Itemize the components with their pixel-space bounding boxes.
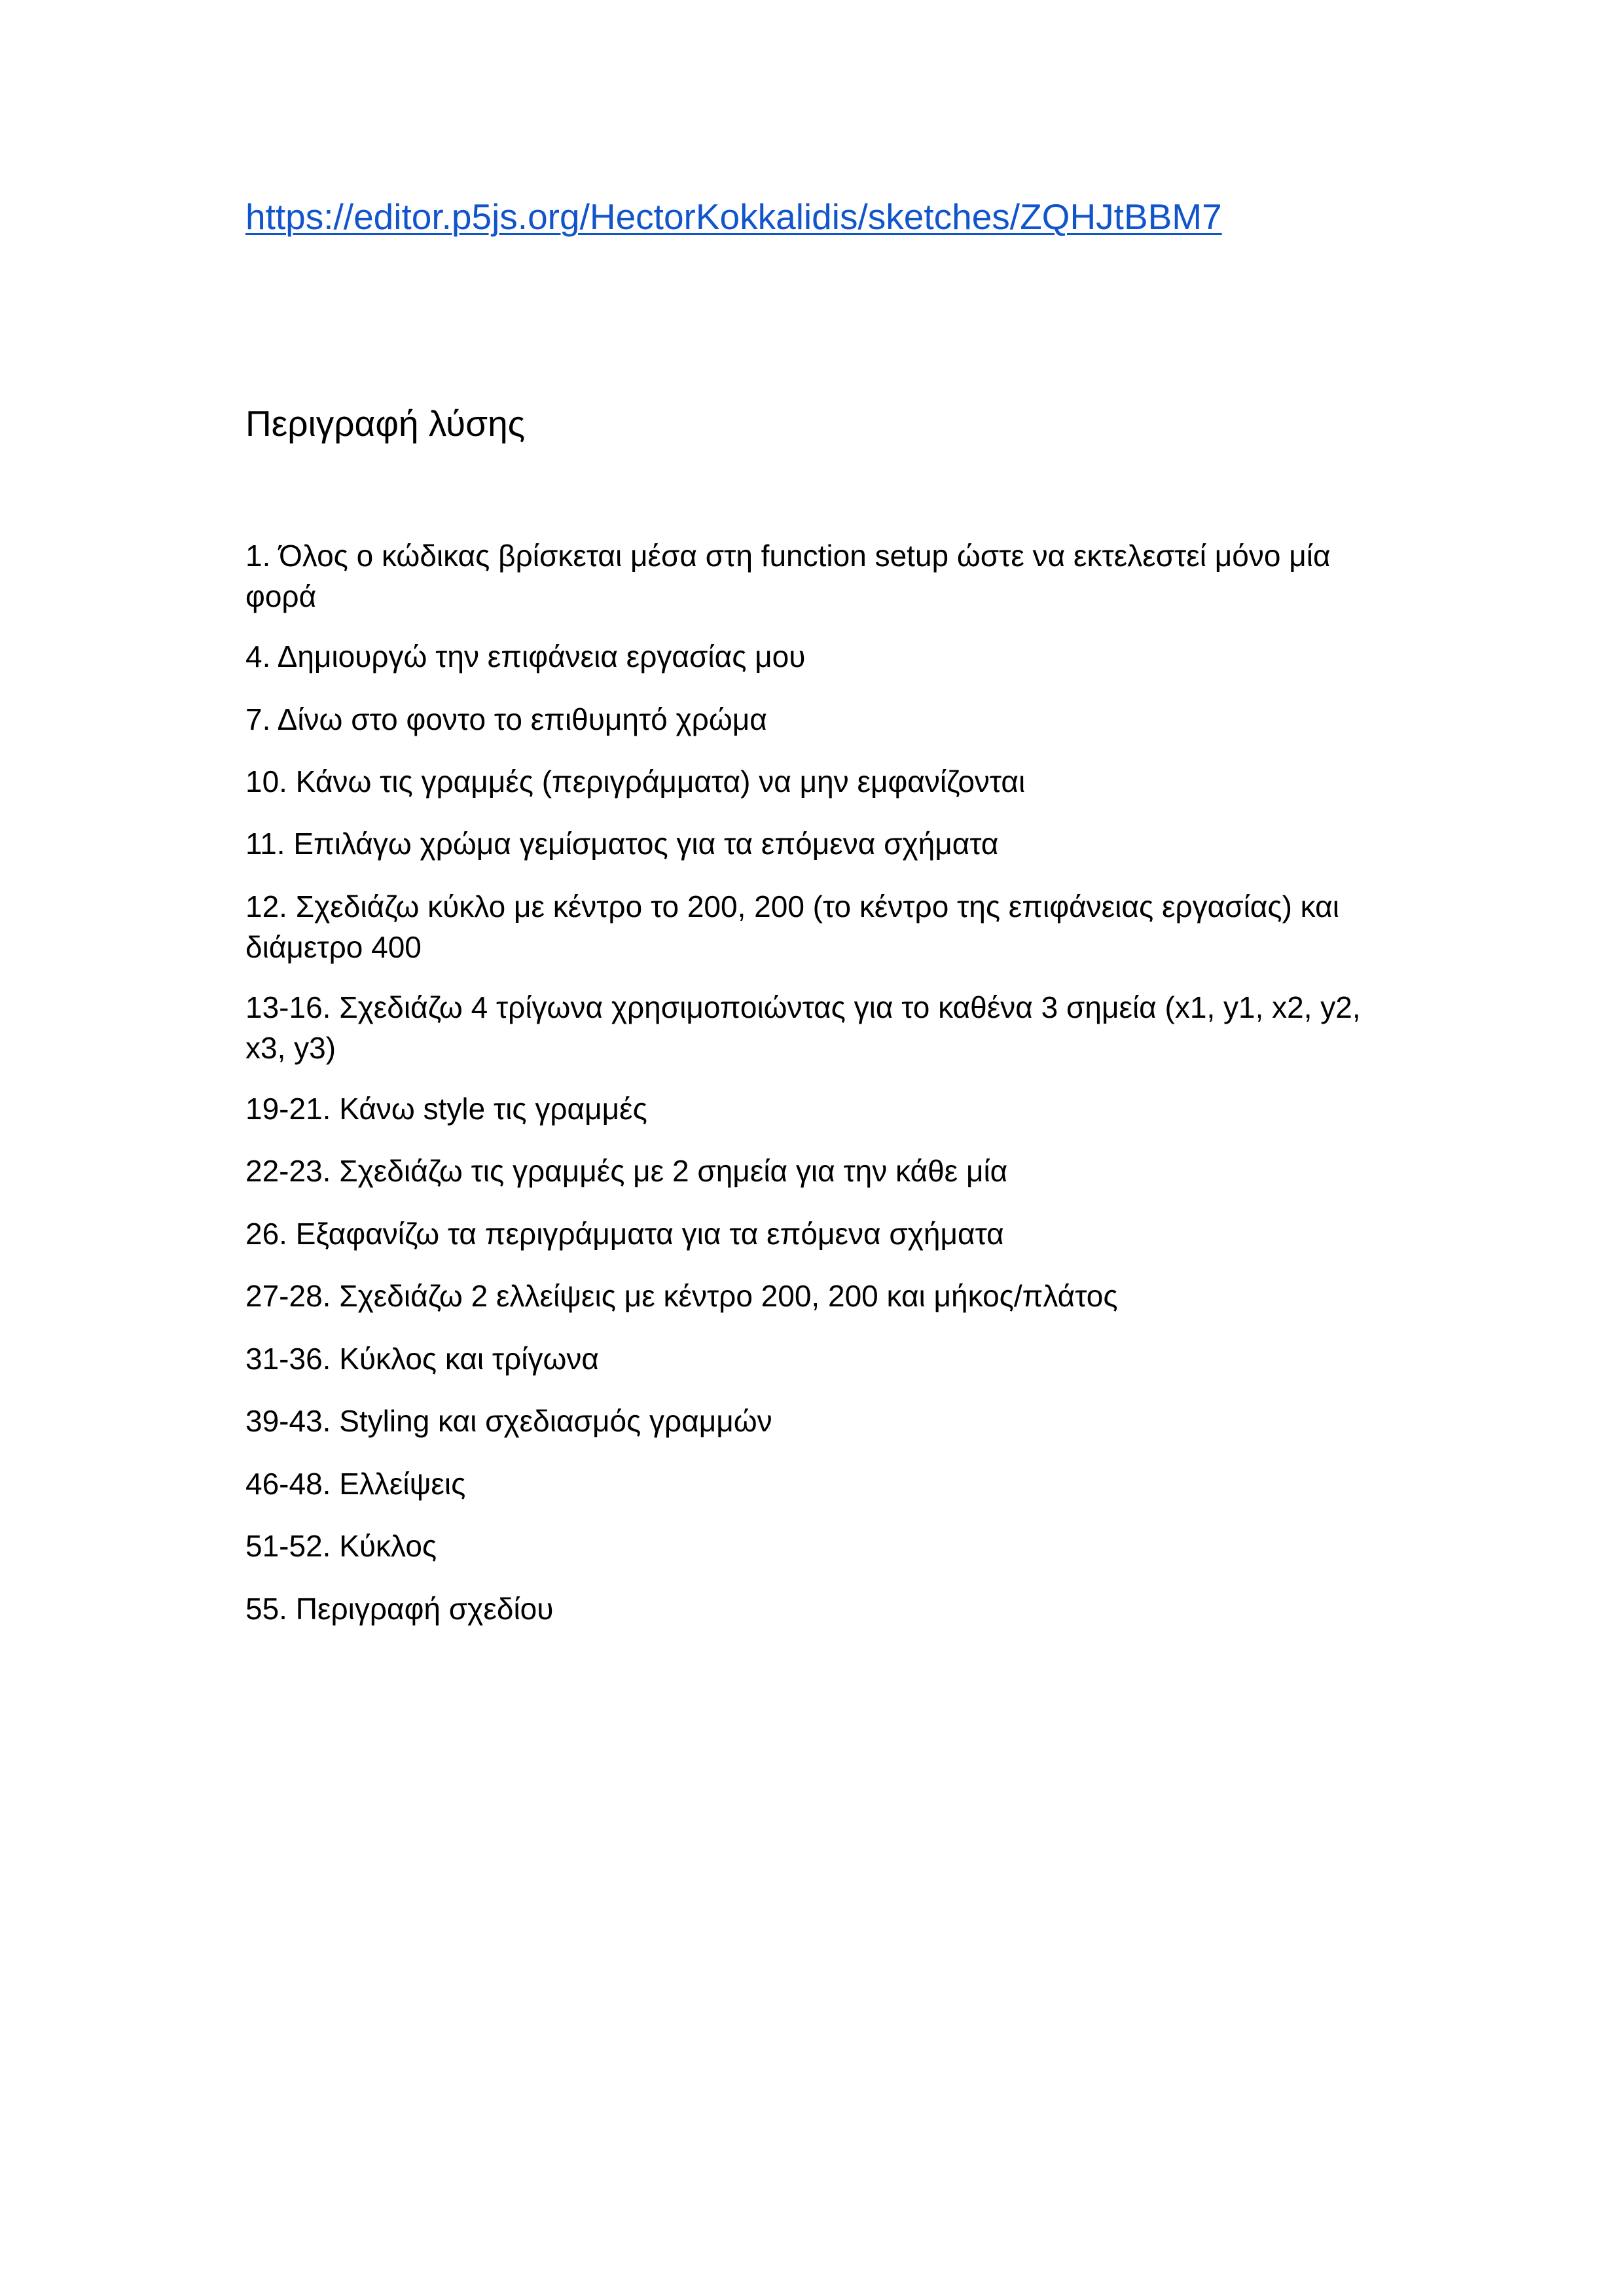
list-item: 51-52. Κύκλος — [245, 1529, 437, 1563]
list-item: 22-23. Σχεδιάζω τις γραμμές με 2 σημεία … — [245, 1154, 1008, 1188]
document-page: https://editor.p5js.org/HectorKokkalidis… — [0, 0, 1624, 2296]
list-item: 19-21. Κάνω style τις γραμμές — [245, 1092, 647, 1126]
section-heading: Περιγραφή λύσης — [245, 403, 526, 444]
list-item: 10. Κάνω τις γραμμές (περιγράμματα) να μ… — [245, 764, 1026, 798]
list-item: 13-16. Σχεδιάζω 4 τρίγωνα χρησιμοποιώντα… — [245, 990, 1361, 1065]
list-item: 55. Περιγραφή σχεδίου — [245, 1592, 554, 1626]
sketch-link[interactable]: https://editor.p5js.org/HectorKokkalidis… — [245, 194, 1222, 240]
list-item: 7. Δίνω στο φοντο το επιθυμητό χρώμα — [245, 702, 767, 736]
list-item: 11. Επιλάγω χρώμα γεμίσματος για τα επόμ… — [245, 827, 999, 861]
list-item: 46-48. Ελλείψεις — [245, 1467, 466, 1501]
list-item: 4. Δημιουργώ την επιφάνεια εργασίας μου — [245, 639, 806, 673]
list-item: 12. Σχεδιάζω κύκλο με κέντρο το 200, 200… — [245, 889, 1339, 964]
list-item: 1. Όλος ο κώδικας βρίσκεται μέσα στη fun… — [245, 539, 1331, 613]
list-item: 26. Εξαφανίζω τα περιγράμματα για τα επό… — [245, 1217, 1004, 1251]
list-item: 31-36. Κύκλος και τρίγωνα — [245, 1342, 599, 1376]
list-item: 27-28. Σχεδιάζω 2 ελλείψεις με κέντρο 20… — [245, 1279, 1118, 1313]
list-item: 39-43. Styling και σχεδιασμός γραμμών — [245, 1404, 772, 1438]
